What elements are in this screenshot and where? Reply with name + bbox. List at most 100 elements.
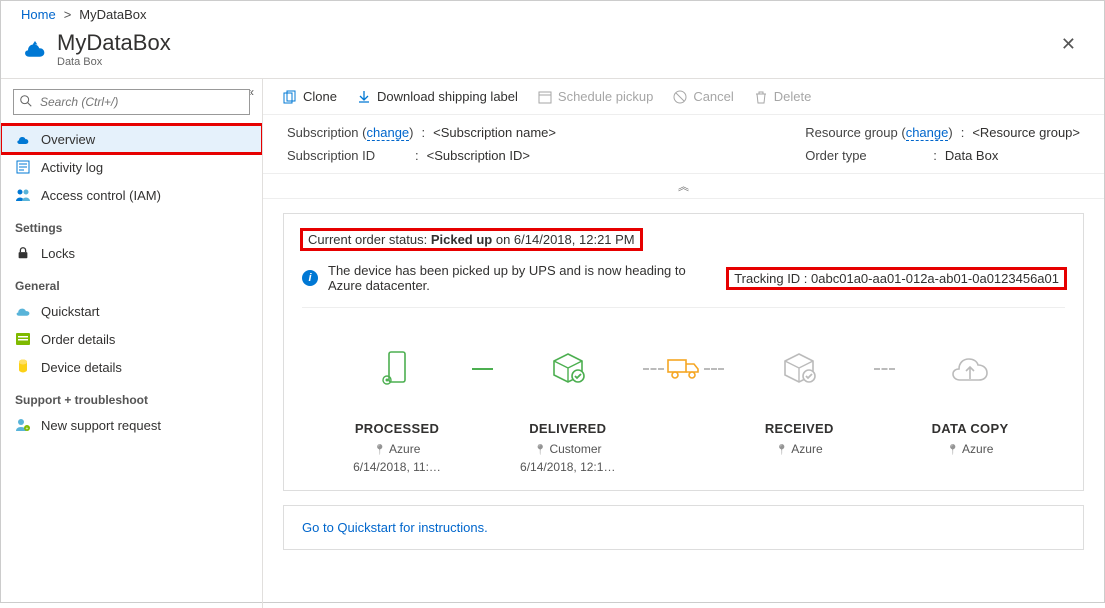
- toolbar-label: Delete: [774, 89, 812, 104]
- toolbar-label: Download shipping label: [377, 89, 518, 104]
- prop-val-rg: <Resource group>: [972, 125, 1080, 140]
- info-message: The device has been picked up by UPS and…: [328, 263, 718, 293]
- prop-label-subid: Subscription ID: [287, 148, 407, 163]
- datacopy-icon: [895, 343, 1045, 393]
- order-details-icon: [15, 331, 31, 347]
- info-icon: i: [302, 270, 318, 286]
- breadcrumb-separator: >: [64, 7, 72, 22]
- stage-connector: [704, 368, 725, 370]
- close-button[interactable]: ✕: [1053, 30, 1084, 59]
- page-header: MyDataBox Data Box ✕: [1, 26, 1104, 79]
- nav-order-details[interactable]: Order details: [1, 325, 262, 353]
- nav-label: Device details: [41, 360, 122, 375]
- stage-connector: [874, 368, 895, 370]
- overview-icon: [15, 131, 31, 147]
- toolbar: Clone Download shipping label Schedule p…: [263, 79, 1104, 115]
- iam-icon: [15, 187, 31, 203]
- nav-group-support: Support + troubleshoot: [1, 381, 262, 411]
- delivered-icon: [493, 343, 643, 393]
- stage-in-transit: [664, 343, 704, 421]
- search-input[interactable]: [13, 89, 250, 115]
- stage-delivered: DELIVERED Customer 6/14/2018, 12:1…: [493, 343, 643, 474]
- nav-locks[interactable]: Locks: [1, 239, 262, 267]
- nav-group-general: General: [1, 267, 262, 297]
- stage-date: 6/14/2018, 12:1…: [493, 460, 643, 474]
- nav-label: Order details: [41, 332, 115, 347]
- prop-label-subscription: Subscription (change): [287, 125, 414, 140]
- change-rg-link[interactable]: change: [906, 125, 949, 141]
- databox-icon: [21, 34, 49, 62]
- download-icon: [357, 90, 371, 104]
- info-row: i The device has been picked up by UPS a…: [302, 263, 1065, 308]
- truck-icon: [664, 343, 704, 393]
- received-icon: [724, 343, 874, 393]
- prop-val-ordertype: Data Box: [945, 148, 998, 163]
- stage-connector: [472, 368, 493, 370]
- svg-text:+: +: [26, 426, 29, 432]
- stage-processed: PROCESSED Azure 6/14/2018, 11:…: [322, 343, 472, 474]
- nav-quickstart[interactable]: Quickstart: [1, 297, 262, 325]
- stage-date: 6/14/2018, 11:…: [322, 460, 472, 474]
- stage-location: Azure: [895, 442, 1045, 456]
- page-subtitle: Data Box: [57, 56, 171, 68]
- stage-received: RECEIVED Azure: [724, 343, 874, 460]
- processed-icon: [322, 343, 472, 393]
- schedule-pickup-button: Schedule pickup: [538, 89, 653, 104]
- stage-title: PROCESSED: [322, 421, 472, 436]
- order-stages: PROCESSED Azure 6/14/2018, 11:… DELIVERE…: [302, 343, 1065, 474]
- stage-title: DATA COPY: [895, 421, 1045, 436]
- nav-group-settings: Settings: [1, 209, 262, 239]
- breadcrumb: Home > MyDataBox: [1, 1, 1104, 26]
- breadcrumb-home[interactable]: Home: [21, 7, 56, 22]
- change-subscription-link[interactable]: change: [367, 125, 410, 141]
- activity-log-icon: [15, 159, 31, 175]
- stage-data-copy: DATA COPY Azure: [895, 343, 1045, 460]
- search-icon: [19, 94, 33, 108]
- nav-device-details[interactable]: Device details: [1, 353, 262, 381]
- stage-title: RECEIVED: [724, 421, 874, 436]
- clone-icon: [283, 90, 297, 104]
- calendar-icon: [538, 90, 552, 104]
- order-status-text: Current order status: Picked up on 6/14/…: [302, 230, 641, 249]
- delete-icon: [754, 90, 768, 104]
- cancel-icon: [673, 90, 687, 104]
- device-details-icon: [15, 359, 31, 375]
- breadcrumb-current: MyDataBox: [79, 7, 146, 22]
- cancel-button: Cancel: [673, 89, 733, 104]
- nav-label: Quickstart: [41, 304, 100, 319]
- page-title: MyDataBox: [57, 30, 171, 56]
- nav-activity-log[interactable]: Activity log: [1, 153, 262, 181]
- main-content: Clone Download shipping label Schedule p…: [263, 79, 1104, 608]
- quickstart-link[interactable]: Go to Quickstart for instructions.: [302, 520, 488, 535]
- stage-location: Azure: [322, 442, 472, 456]
- nav-overview[interactable]: Overview: [1, 125, 262, 153]
- clone-button[interactable]: Clone: [283, 89, 337, 104]
- toolbar-label: Cancel: [693, 89, 733, 104]
- delete-button: Delete: [754, 89, 812, 104]
- prop-label-ordertype: Order type: [805, 148, 925, 163]
- quickstart-card: Go to Quickstart for instructions.: [283, 505, 1084, 550]
- lock-icon: [15, 245, 31, 261]
- nav-label: Access control (IAM): [41, 188, 161, 203]
- prop-val-subid: <Subscription ID>: [427, 148, 530, 163]
- nav-label: New support request: [41, 418, 161, 433]
- stage-title: DELIVERED: [493, 421, 643, 436]
- nav-access-control[interactable]: Access control (IAM): [1, 181, 262, 209]
- toolbar-label: Schedule pickup: [558, 89, 653, 104]
- nav-label: Overview: [41, 132, 95, 147]
- stage-connector: [643, 368, 664, 370]
- properties-panel: Subscription (change) : <Subscription na…: [263, 115, 1104, 163]
- tracking-id: Tracking ID : 0abc01a0-aa01-012a-ab01-0a…: [728, 269, 1065, 288]
- nav-new-support[interactable]: + New support request: [1, 411, 262, 439]
- stage-location: Azure: [724, 442, 874, 456]
- stage-location: Customer: [493, 442, 643, 456]
- nav-label: Locks: [41, 246, 75, 261]
- support-icon: +: [15, 417, 31, 433]
- nav-label: Activity log: [41, 160, 103, 175]
- order-status-card: Current order status: Picked up on 6/14/…: [283, 213, 1084, 491]
- collapse-properties[interactable]: ︽: [263, 173, 1104, 199]
- prop-val-subscription: <Subscription name>: [433, 125, 556, 140]
- toolbar-label: Clone: [303, 89, 337, 104]
- download-shipping-button[interactable]: Download shipping label: [357, 89, 518, 104]
- prop-label-rg: Resource group (change): [805, 125, 952, 140]
